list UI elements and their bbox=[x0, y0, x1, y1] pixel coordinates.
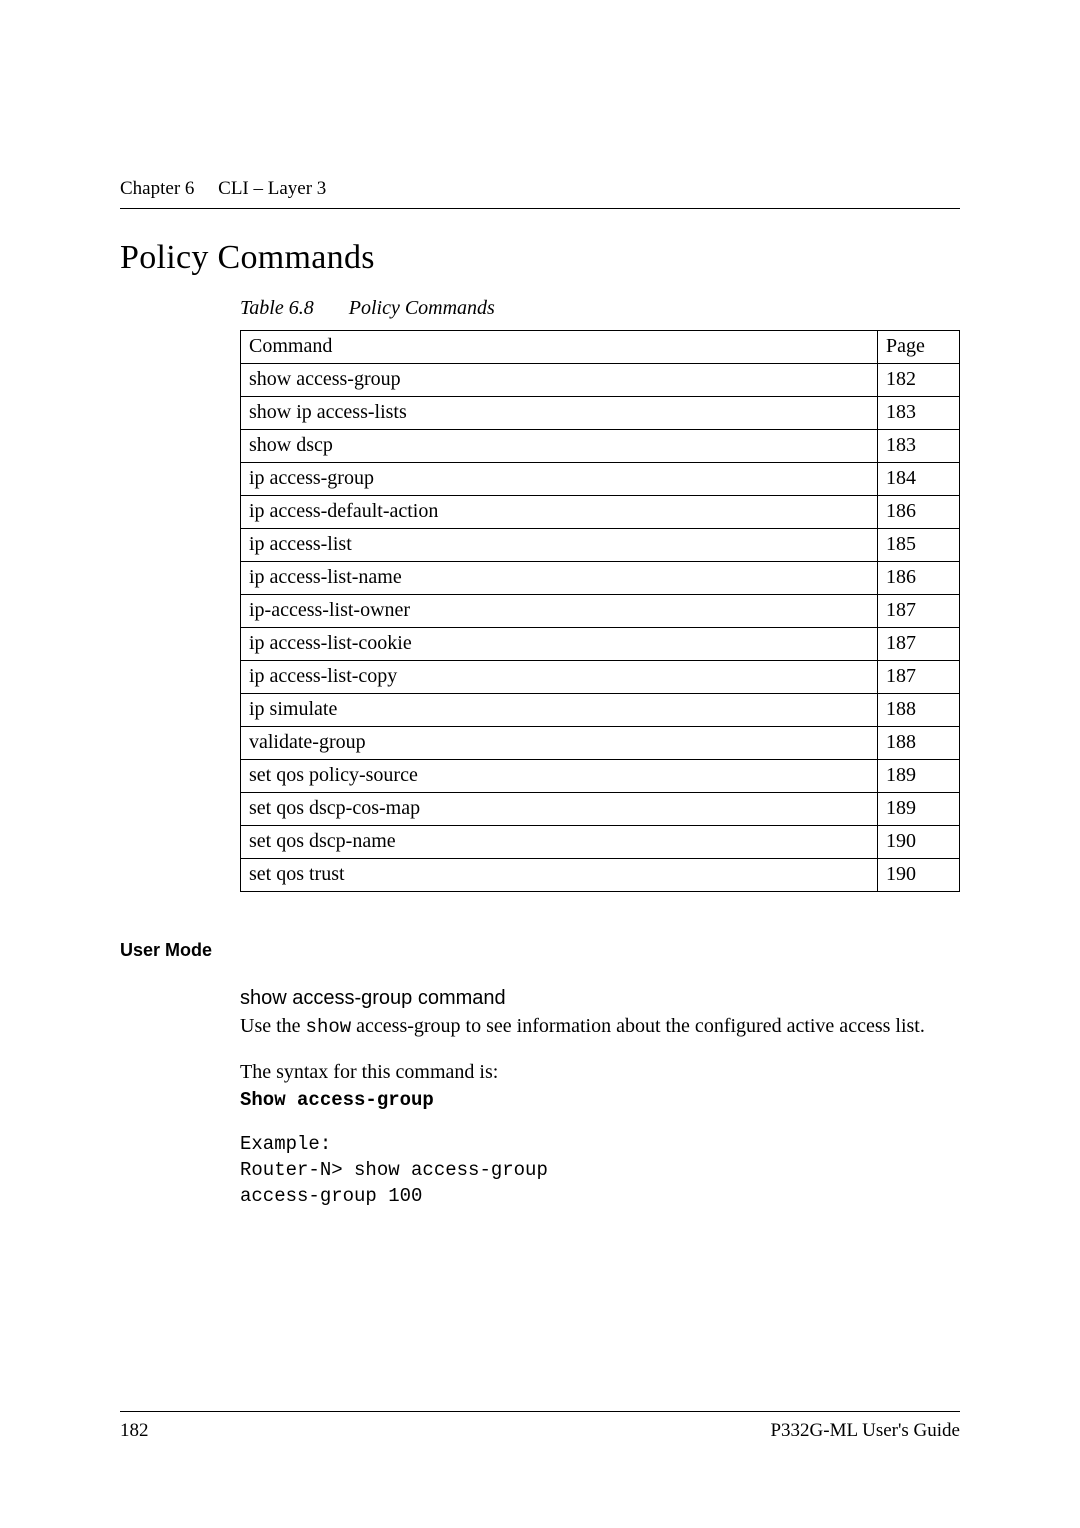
page-cell: 182 bbox=[878, 364, 960, 397]
table-row: set qos dscp-name190 bbox=[241, 826, 960, 859]
page-cell: 187 bbox=[878, 628, 960, 661]
table-row: ip access-group184 bbox=[241, 463, 960, 496]
table-number: Table 6.8 bbox=[240, 297, 314, 319]
page-cell: 189 bbox=[878, 760, 960, 793]
page: Chapter 6 CLI – Layer 3 Policy Commands … bbox=[0, 0, 1080, 1528]
cmd-cell: ip access-list-copy bbox=[241, 661, 878, 694]
page-cell: 188 bbox=[878, 694, 960, 727]
page-cell: 186 bbox=[878, 562, 960, 595]
cmd-cell: ip access-list-name bbox=[241, 562, 878, 595]
cmd-cell: set qos dscp-cos-map bbox=[241, 793, 878, 826]
table-row: set qos policy-source189 bbox=[241, 760, 960, 793]
cmd-cell: ip access-list-cookie bbox=[241, 628, 878, 661]
cmd-cell: ip access-list bbox=[241, 529, 878, 562]
cmd-cell: show access-group bbox=[241, 364, 878, 397]
desc-post: access-group to see information about th… bbox=[351, 1015, 925, 1037]
subsection-show-access-group: show access-group command bbox=[240, 987, 960, 1010]
table-title: Policy Commands bbox=[349, 297, 495, 319]
cmd-cell: show dscp bbox=[241, 430, 878, 463]
cmd-cell: ip access-default-action bbox=[241, 496, 878, 529]
table-row: set qos dscp-cos-map189 bbox=[241, 793, 960, 826]
table-row: show access-group182 bbox=[241, 364, 960, 397]
cmd-cell: validate-group bbox=[241, 727, 878, 760]
table-row: show dscp183 bbox=[241, 430, 960, 463]
cmd-cell: ip simulate bbox=[241, 694, 878, 727]
syntax-command: Show access-group bbox=[240, 1089, 960, 1111]
page-cell: 185 bbox=[878, 529, 960, 562]
commands-table: Command Page show access-group182 show i… bbox=[240, 330, 960, 892]
page-number: 182 bbox=[120, 1420, 149, 1442]
syntax-intro: The syntax for this command is: bbox=[240, 1060, 960, 1086]
page-cell: 190 bbox=[878, 826, 960, 859]
page-cell: 189 bbox=[878, 793, 960, 826]
page-cell: 187 bbox=[878, 661, 960, 694]
page-footer: 182 P332G-ML User's Guide bbox=[120, 1411, 960, 1442]
cmd-cell: ip-access-list-owner bbox=[241, 595, 878, 628]
table-row: ip access-list-name186 bbox=[241, 562, 960, 595]
guide-title: P332G-ML User's Guide bbox=[770, 1420, 960, 1442]
example-line: access-group 100 bbox=[240, 1185, 960, 1207]
table-row: set qos trust190 bbox=[241, 859, 960, 892]
header-rule bbox=[120, 208, 960, 209]
desc-pre: Use the bbox=[240, 1015, 306, 1037]
table-row: ip access-list185 bbox=[241, 529, 960, 562]
running-head: Chapter 6 CLI – Layer 3 bbox=[120, 178, 960, 200]
page-cell: 183 bbox=[878, 397, 960, 430]
cmd-cell: set qos policy-source bbox=[241, 760, 878, 793]
table-row: ip access-list-cookie187 bbox=[241, 628, 960, 661]
table-row: validate-group188 bbox=[241, 727, 960, 760]
desc-code: show bbox=[306, 1016, 352, 1038]
page-cell: 188 bbox=[878, 727, 960, 760]
cmd-cell: set qos dscp-name bbox=[241, 826, 878, 859]
cmd-cell: ip access-group bbox=[241, 463, 878, 496]
chapter-title: CLI – Layer 3 bbox=[218, 178, 326, 199]
section-user-mode: User Mode bbox=[120, 940, 960, 961]
chapter-number: Chapter 6 bbox=[120, 178, 194, 199]
page-cell: 186 bbox=[878, 496, 960, 529]
page-cell: 190 bbox=[878, 859, 960, 892]
table-row: ip simulate188 bbox=[241, 694, 960, 727]
footer-rule bbox=[120, 1411, 960, 1412]
table-row: ip access-list-copy187 bbox=[241, 661, 960, 694]
cmd-cell: set qos trust bbox=[241, 859, 878, 892]
page-cell: 187 bbox=[878, 595, 960, 628]
col-page-header: Page bbox=[878, 331, 960, 364]
table-row: ip-access-list-owner187 bbox=[241, 595, 960, 628]
page-cell: 183 bbox=[878, 430, 960, 463]
table-row: show ip access-lists183 bbox=[241, 397, 960, 430]
table-header-row: Command Page bbox=[241, 331, 960, 364]
page-heading: Policy Commands bbox=[120, 239, 960, 277]
page-cell: 184 bbox=[878, 463, 960, 496]
col-command-header: Command bbox=[241, 331, 878, 364]
example-label: Example: bbox=[240, 1133, 960, 1155]
description-paragraph: Use the show access-group to see informa… bbox=[240, 1014, 960, 1040]
table-row: ip access-default-action186 bbox=[241, 496, 960, 529]
table-caption: Table 6.8 Policy Commands bbox=[240, 297, 960, 320]
example-line: Router-N> show access-group bbox=[240, 1159, 960, 1181]
cmd-cell: show ip access-lists bbox=[241, 397, 878, 430]
